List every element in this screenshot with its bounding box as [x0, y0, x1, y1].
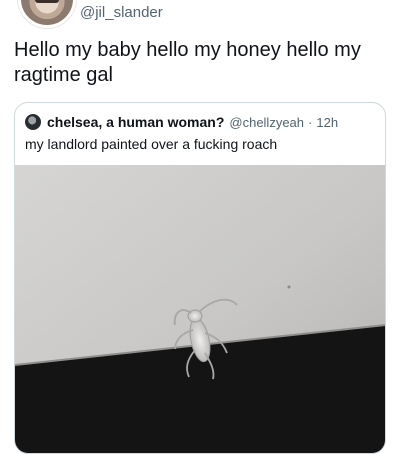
- quoted-tweet[interactable]: chelsea, a human woman? @chellzyeah · 12…: [14, 102, 386, 454]
- tweet-text: Hello my baby hello my honey hello my ra…: [14, 39, 361, 86]
- quoted-avatar[interactable]: [25, 114, 41, 130]
- quoted-tweet-text: my landlord painted over a fucking roach: [25, 136, 278, 152]
- author-handle[interactable]: @jil_slander: [80, 4, 163, 21]
- quoted-photo[interactable]: [15, 165, 385, 453]
- quoted-author-handle[interactable]: @chellzyeah: [229, 115, 304, 130]
- avatar[interactable]: [18, 0, 76, 28]
- tweet-header: @jil_slander: [0, 0, 400, 28]
- dot-separator: ·: [308, 114, 313, 130]
- roach-photo-image: [15, 165, 385, 453]
- quoted-author-name[interactable]: chelsea, a human woman?: [47, 114, 224, 130]
- quoted-timestamp[interactable]: 12h: [316, 115, 338, 130]
- quoted-tweet-header: chelsea, a human woman? @chellzyeah · 12…: [25, 113, 338, 131]
